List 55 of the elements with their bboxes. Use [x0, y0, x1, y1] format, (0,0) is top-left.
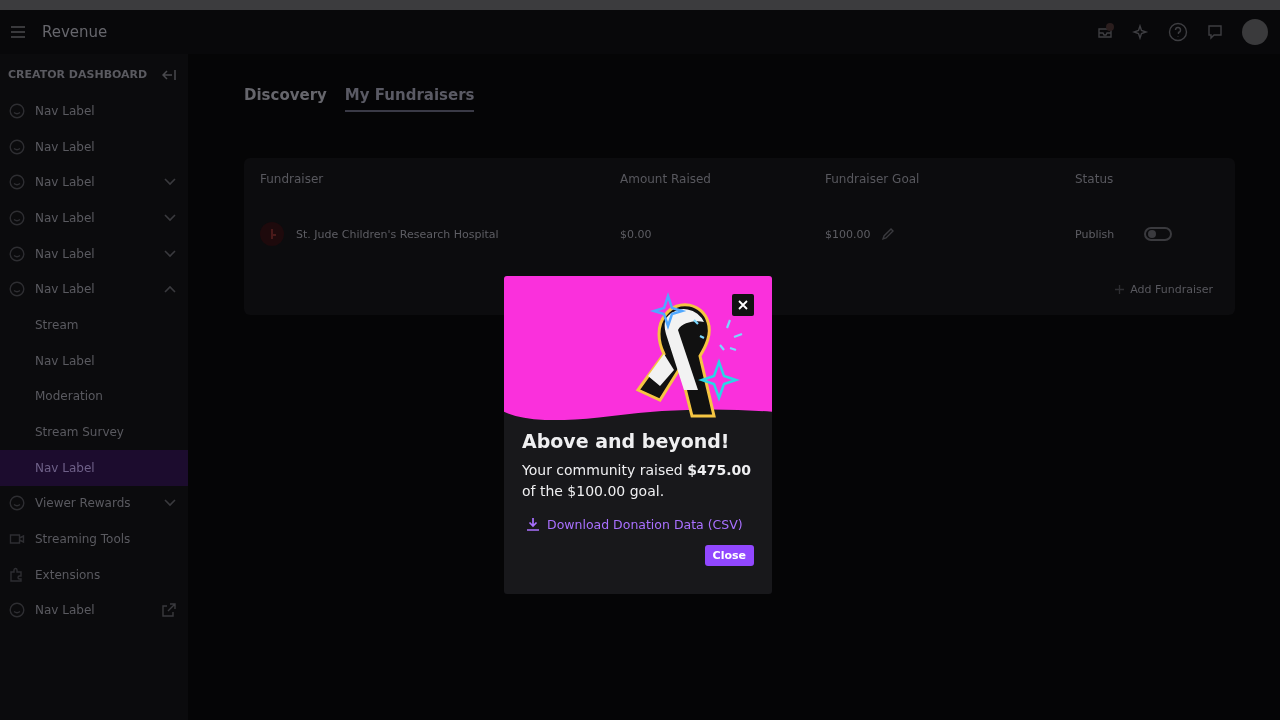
table-cell: $100.00 — [825, 227, 871, 241]
table-cell: St. Jude Children's Research Hospital — [296, 227, 499, 241]
edit-icon[interactable] — [880, 227, 895, 241]
smiley-icon — [9, 602, 25, 619]
sparkle-icon[interactable] — [1132, 23, 1150, 41]
sidebar-heading: CREATOR DASHBOARD — [8, 68, 148, 81]
help-icon[interactable] — [1168, 22, 1188, 42]
smiley-icon — [9, 209, 25, 226]
nav-subitem[interactable]: Nav Label — [0, 449, 188, 486]
nav-subitem[interactable]: Stream — [0, 307, 188, 343]
add-fundraiser-button[interactable]: Add Fundraiser — [1109, 282, 1219, 297]
nav-item[interactable]: Nav Label — [0, 128, 188, 165]
download-icon — [526, 517, 540, 531]
column-header: Status — [1075, 172, 1115, 188]
table-cell: $0.00 — [620, 227, 652, 241]
nav-item[interactable]: Nav Label — [0, 271, 188, 308]
page-title: Revenue — [42, 23, 108, 41]
nav-item[interactable]: Nav Label — [0, 200, 188, 236]
nav-subitem[interactable]: Stream Survey — [0, 414, 188, 450]
column-header: Amount Raised — [620, 172, 712, 188]
nav-item[interactable]: Streaming Tools — [0, 521, 188, 557]
external-link-icon — [162, 603, 176, 618]
status-label: Publish — [1075, 227, 1115, 241]
smiley-icon — [9, 281, 25, 298]
menu-icon[interactable] — [10, 25, 26, 39]
puzzle-icon — [9, 566, 25, 583]
chat-icon[interactable] — [1206, 23, 1224, 41]
avatar[interactable] — [1242, 19, 1268, 45]
smiley-icon — [9, 245, 25, 262]
plus-icon — [1115, 285, 1125, 294]
close-button[interactable]: Close — [704, 545, 754, 566]
column-header: Fundraiser — [260, 172, 325, 188]
nav-item[interactable]: Extensions — [0, 556, 188, 593]
smiley-icon — [9, 102, 25, 119]
nav-item[interactable]: Nav Label — [0, 235, 188, 272]
publish-toggle[interactable] — [1144, 227, 1173, 241]
nav-subitem[interactable]: Moderation — [0, 378, 188, 415]
smiley-icon — [9, 138, 25, 155]
close-icon[interactable] — [732, 294, 754, 316]
modal-message: Your community raised $475.00 of the $100.00 goal. — [522, 461, 752, 501]
nav-subitem[interactable]: Nav Label — [0, 342, 188, 379]
nav-item[interactable]: Viewer Rewards — [0, 485, 188, 522]
nav-item[interactable]: Nav Label — [0, 592, 188, 629]
download-link[interactable]: Download Donation Data (CSV) — [526, 516, 743, 532]
charity-logo-icon — [260, 222, 284, 246]
tab[interactable]: My Fundraisers — [344, 82, 475, 112]
nav-item[interactable]: Nav Label — [0, 164, 188, 201]
inbox-icon[interactable] — [1096, 23, 1114, 41]
modal-title: Above and beyond! — [522, 430, 731, 452]
column-header: Fundraiser Goal — [825, 172, 921, 188]
smiley-icon — [9, 174, 25, 191]
collapse-icon[interactable] — [162, 68, 176, 81]
nav-item[interactable]: Nav Label — [0, 93, 188, 129]
smiley-icon — [9, 495, 25, 512]
tab[interactable]: Discovery — [244, 82, 327, 112]
